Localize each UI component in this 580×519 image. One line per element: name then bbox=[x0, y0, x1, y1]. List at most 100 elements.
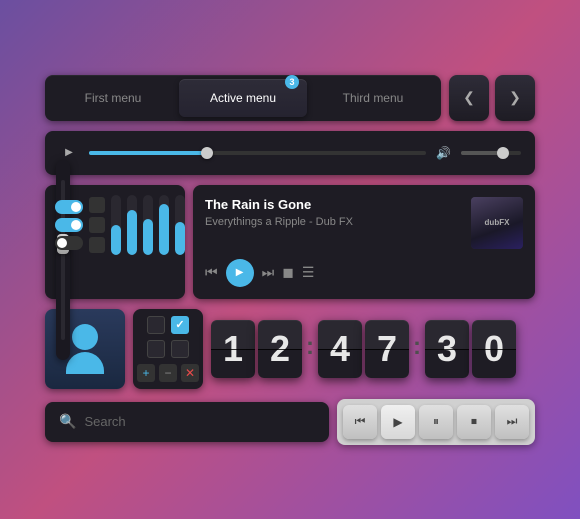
search-bar[interactable]: 🔍 Search bbox=[45, 402, 329, 442]
toggle-group bbox=[55, 200, 83, 250]
flip-colon-2: : bbox=[413, 333, 421, 365]
media-controls-bar: ⏮ ▶ ⏸ ⏹ ⏭ bbox=[337, 399, 535, 445]
eq-fill-4 bbox=[159, 204, 169, 255]
toggle-switch-3[interactable] bbox=[55, 236, 83, 250]
flip-sec-1: 3 bbox=[425, 320, 469, 378]
eq-top bbox=[55, 195, 175, 255]
flip-hour-1: 1 bbox=[211, 320, 255, 378]
track-panel: The Rain is Gone Everythings a Ripple - … bbox=[193, 185, 535, 299]
eq-bar-3[interactable] bbox=[143, 195, 153, 255]
play-icon-small: ▶ bbox=[65, 147, 73, 158]
avatar-body bbox=[66, 352, 104, 374]
flip-m2: 7 bbox=[377, 331, 397, 367]
skip-forward-button[interactable]: ⏭ bbox=[262, 264, 275, 281]
flip-seconds: 3 0 bbox=[425, 320, 516, 378]
tab-badge: 3 bbox=[285, 75, 299, 89]
toggle-3 bbox=[55, 236, 83, 250]
checkbox-3[interactable] bbox=[147, 340, 165, 358]
toggle-1 bbox=[55, 200, 83, 214]
mc-pause-button[interactable]: ⏸ bbox=[419, 405, 453, 439]
menu-button[interactable]: ☰ bbox=[302, 264, 315, 281]
flip-clock: 1 2 : 4 7 : bbox=[211, 320, 516, 378]
volume-track[interactable] bbox=[461, 151, 521, 155]
album-text: dubFX bbox=[485, 218, 510, 228]
nav-buttons: ❮ ❯ bbox=[449, 75, 535, 121]
chevron-left-icon: ❮ bbox=[463, 89, 475, 106]
chevron-right-icon: ❯ bbox=[509, 89, 521, 106]
nav-next-button[interactable]: ❯ bbox=[495, 75, 535, 121]
tab-third-label: Third menu bbox=[343, 91, 404, 105]
cb-row-1 bbox=[147, 316, 189, 334]
pause-icon: ⏸ bbox=[433, 414, 439, 429]
track-title: The Rain is Gone bbox=[205, 197, 461, 212]
delete-button[interactable]: ✕ bbox=[181, 364, 199, 382]
row-search-controls: 🔍 Search ⏮ ▶ ⏸ ⏹ ⏭ bbox=[45, 399, 535, 445]
flip-sec-2: 0 bbox=[472, 320, 516, 378]
stop-button[interactable]: ◼ bbox=[282, 264, 294, 281]
tab-active[interactable]: Active menu 3 bbox=[179, 79, 307, 117]
add-button[interactable]: + bbox=[137, 364, 155, 382]
eq-bar-5[interactable] bbox=[175, 195, 185, 255]
skip-back-button[interactable]: ⏮ bbox=[205, 264, 218, 281]
tab-first[interactable]: First menu bbox=[49, 79, 177, 117]
mc-stop-button[interactable]: ⏹ bbox=[457, 405, 491, 439]
cb-actions: + − ✕ bbox=[137, 364, 199, 382]
track-artist: Everythings a Ripple - Dub FX bbox=[205, 216, 461, 228]
ui-container: First menu Active menu 3 Third menu ❮ ❯ bbox=[45, 75, 535, 445]
search-placeholder: Search bbox=[84, 414, 125, 429]
search-icon: 🔍 bbox=[59, 413, 76, 430]
checkbox-1[interactable] bbox=[147, 316, 165, 334]
volume-icon[interactable]: 🔊 bbox=[436, 146, 451, 160]
toggle-switch-1[interactable] bbox=[55, 200, 83, 214]
flip-h1: 1 bbox=[223, 331, 243, 367]
sq-btn-2[interactable] bbox=[89, 217, 105, 233]
toggle-knob-2 bbox=[71, 220, 81, 230]
flip-min-2: 7 bbox=[365, 320, 409, 378]
progress-thumb[interactable] bbox=[201, 147, 213, 159]
speaker-icon: 🔊 bbox=[436, 146, 451, 160]
checkbox-4[interactable] bbox=[171, 340, 189, 358]
play-button-main[interactable]: ▶ bbox=[226, 259, 254, 287]
eq-fill-2 bbox=[127, 210, 137, 255]
media-bar: ▶ 🔊 bbox=[45, 131, 535, 175]
vertical-slider[interactable] bbox=[56, 160, 70, 360]
eq-bar-1[interactable] bbox=[111, 195, 121, 255]
track-info-row: The Rain is Gone Everythings a Ripple - … bbox=[205, 197, 523, 249]
eq-fill-5 bbox=[175, 222, 185, 255]
eq-bar-4[interactable] bbox=[159, 195, 169, 255]
volume-thumb[interactable] bbox=[497, 147, 509, 159]
flip-s2: 0 bbox=[484, 331, 504, 367]
stop-icon: ⏹ bbox=[471, 414, 477, 429]
tab-active-label: Active menu bbox=[210, 91, 276, 105]
mc-fast-forward-button[interactable]: ⏭ bbox=[495, 405, 529, 439]
row-eq-track: The Rain is Gone Everythings a Ripple - … bbox=[45, 185, 535, 299]
nav-prev-button[interactable]: ❮ bbox=[449, 75, 489, 121]
flip-colon-1: : bbox=[306, 333, 314, 365]
track-text: The Rain is Gone Everythings a Ripple - … bbox=[205, 197, 461, 228]
avatar-icon-wrapper bbox=[66, 324, 104, 374]
tab-menu: First menu Active menu 3 Third menu bbox=[45, 75, 441, 121]
cb-row-2 bbox=[147, 340, 189, 358]
eq-bar-2[interactable] bbox=[127, 195, 137, 255]
minus-button[interactable]: − bbox=[159, 364, 177, 382]
sq-btn-1[interactable] bbox=[89, 197, 105, 213]
progress-track[interactable] bbox=[89, 151, 426, 155]
toggle-switch-2[interactable] bbox=[55, 218, 83, 232]
tab-third[interactable]: Third menu bbox=[309, 79, 437, 117]
row-avatar-clock: + − ✕ 1 2 : 4 bbox=[45, 309, 535, 389]
flip-h2: 2 bbox=[270, 331, 290, 367]
eq-fill-1 bbox=[111, 225, 121, 255]
sq-btn-3[interactable] bbox=[89, 237, 105, 253]
checkbox-panel: + − ✕ bbox=[133, 309, 203, 389]
eq-sliders bbox=[111, 195, 185, 255]
mc-play-button[interactable]: ▶ bbox=[381, 405, 415, 439]
flip-minutes: 4 7 bbox=[318, 320, 409, 378]
flip-s1: 3 bbox=[437, 331, 457, 367]
eq-fill-3 bbox=[143, 219, 153, 255]
fast-forward-icon: ⏭ bbox=[507, 414, 518, 429]
checkbox-2[interactable] bbox=[171, 316, 189, 334]
toggle-2 bbox=[55, 218, 83, 232]
album-art: dubFX bbox=[471, 197, 523, 249]
tab-first-label: First menu bbox=[85, 91, 142, 105]
mc-rewind-button[interactable]: ⏮ bbox=[343, 405, 377, 439]
